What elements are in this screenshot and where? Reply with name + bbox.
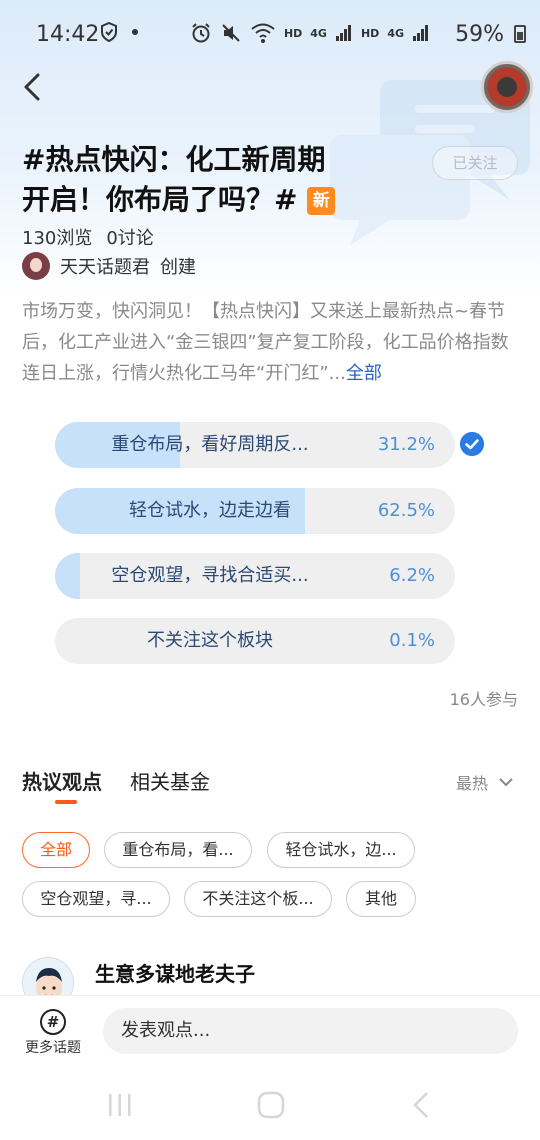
- topic-title-line2: 开启！你布局了吗？# 新: [22, 180, 422, 220]
- creator-avatar[interactable]: [22, 252, 50, 280]
- shield-icon: [101, 22, 117, 42]
- status-time: 14:42: [36, 22, 100, 47]
- system-nav-bar: [0, 1070, 540, 1140]
- filter-chip[interactable]: 重仓布局，看...: [104, 832, 252, 868]
- topic-description: 市场万变，快闪洞见！【热点快闪】又来送上最新热点~春节后，化工产业进入“金三银四…: [22, 296, 522, 389]
- filter-chip-other[interactable]: 其他: [346, 881, 416, 917]
- creator-info[interactable]: 天天话题君 创建: [22, 252, 196, 280]
- user-avatar[interactable]: [481, 61, 533, 113]
- filter-chip[interactable]: 空仓观望，寻...: [22, 881, 170, 917]
- poll-option-4[interactable]: 不关注这个板块 0.1%: [55, 618, 455, 664]
- poll-option-1[interactable]: 重仓布局，看好周期反... 31.2%: [55, 422, 455, 468]
- hd-label-2: HD: [360, 26, 380, 40]
- topic-title: #热点快闪：化工新周期 开启！你布局了吗？# 新: [22, 140, 422, 220]
- poll-option-percent: 31.2%: [377, 434, 435, 455]
- hashtag-icon: #: [40, 1009, 66, 1035]
- battery-icon: [514, 25, 526, 43]
- more-topics-button[interactable]: # 更多话题: [22, 1009, 84, 1057]
- chevron-down-icon: [499, 778, 513, 787]
- poll-option-label: 不关注这个板块: [147, 630, 273, 651]
- alarm-icon: [192, 23, 210, 43]
- home-icon[interactable]: [256, 1090, 286, 1120]
- selected-check-icon: [460, 432, 484, 456]
- follow-button[interactable]: 已关注: [432, 146, 518, 180]
- poll-option-percent: 62.5%: [377, 500, 435, 521]
- sort-dropdown[interactable]: 最热: [456, 770, 514, 794]
- poll-option-percent: 0.1%: [389, 630, 435, 651]
- wifi-icon: [251, 23, 275, 43]
- recent-apps-icon[interactable]: [106, 1092, 134, 1118]
- hd-label-1: HD: [283, 26, 303, 40]
- back-nav-icon[interactable]: [410, 1090, 432, 1120]
- signal-icon-2: [413, 25, 428, 41]
- creator-name[interactable]: 天天话题君: [60, 253, 150, 279]
- poll-option-label: 重仓布局，看好周期反...: [111, 434, 309, 455]
- more-topics-label: 更多话题: [25, 1040, 81, 1056]
- poll-option-3[interactable]: 空仓观望，寻找合适买... 6.2%: [55, 553, 455, 599]
- content-tabs: 热议观点 相关基金: [22, 766, 210, 795]
- poll-option-percent: 6.2%: [389, 565, 435, 586]
- poll-option-2[interactable]: 轻仓试水，边走边看 62.5%: [55, 488, 455, 534]
- battery-percent: 59%: [455, 22, 504, 47]
- views-count: 130浏览: [22, 228, 93, 249]
- status-right-icons: HD 4G HD 4G: [190, 22, 430, 44]
- tab-active-indicator: [55, 800, 77, 804]
- post-opinion-input[interactable]: 发表观点...: [103, 1008, 518, 1054]
- comment-author-name[interactable]: 生意多谋地老夫子: [95, 958, 255, 987]
- creator-action: 创建: [160, 257, 196, 278]
- back-arrow-icon[interactable]: [18, 72, 48, 102]
- filter-chip[interactable]: 不关注这个板...: [184, 881, 332, 917]
- filter-chip-all[interactable]: 全部: [22, 832, 90, 868]
- description-text: 市场万变，快闪洞见！【热点快闪】又来送上最新热点~春节后，化工产业进入“金三银四…: [22, 301, 509, 384]
- discussion-count: 0讨论: [106, 228, 154, 249]
- topic-title-line2-text: 开启！你布局了吗？#: [22, 183, 298, 216]
- poll-participants: 16人参与: [449, 690, 518, 709]
- tab-hot-opinions[interactable]: 热议观点: [22, 766, 102, 795]
- lte-label-1: 4G: [310, 26, 327, 40]
- filter-chip[interactable]: 轻仓试水，边...: [267, 832, 415, 868]
- tab-related-funds[interactable]: 相关基金: [130, 766, 210, 795]
- notification-dot-icon: [132, 29, 138, 35]
- topic-title-line1: #热点快闪：化工新周期: [22, 143, 326, 176]
- poll-option-label: 空仓观望，寻找合适买...: [111, 565, 309, 586]
- mute-icon: [222, 24, 240, 42]
- signal-icon-1: [335, 25, 351, 41]
- poll-option-label: 轻仓试水，边走边看: [129, 500, 291, 521]
- topic-stats: 130浏览 0讨论: [22, 224, 154, 250]
- status-bar: 14:42 HD 4G HD 4G 59%: [0, 0, 540, 66]
- lte-label-2: 4G: [387, 26, 404, 40]
- description-more-link[interactable]: 全部: [346, 363, 382, 384]
- status-left-icons: [100, 22, 138, 42]
- new-badge: 新: [307, 187, 336, 215]
- sort-label: 最热: [455, 774, 488, 793]
